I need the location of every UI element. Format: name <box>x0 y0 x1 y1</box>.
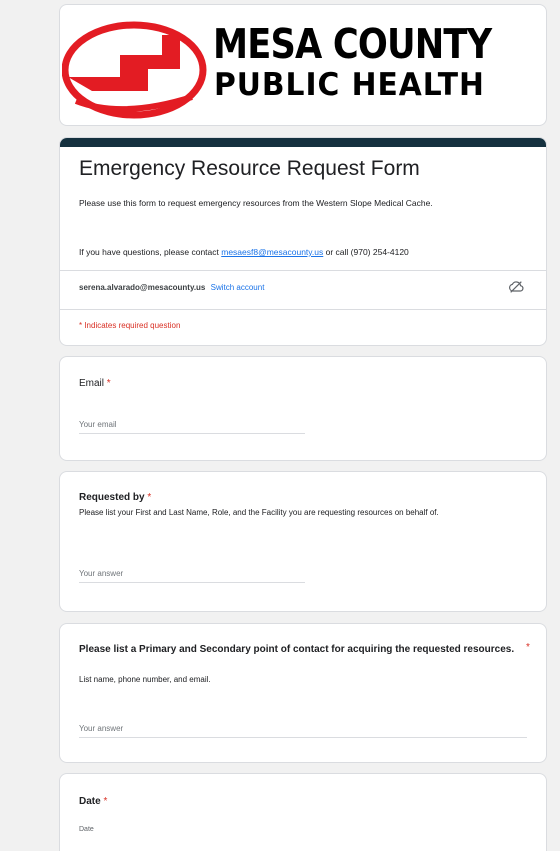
form-contact-line: If you have questions, please contact me… <box>79 247 409 257</box>
logo-title-line2: PUBLIC HEALTH <box>214 67 485 103</box>
question-label: Please list a Primary and Secondary poin… <box>79 644 515 655</box>
contact-suffix: or call (970) 254-4120 <box>323 247 409 257</box>
required-note: * Indicates required question <box>79 321 181 330</box>
account-row: serena.alvarado@mesacounty.us Switch acc… <box>79 283 264 292</box>
contact-prefix: If you have questions, please contact <box>79 247 222 257</box>
question-label: Date <box>79 796 101 807</box>
mesa-county-logo-icon <box>62 21 207 119</box>
cloud-off-icon[interactable] <box>508 279 524 295</box>
required-asterisk: * <box>526 642 530 653</box>
question-requested-by: Requested by * Please list your First an… <box>59 471 547 612</box>
question-date: Date * Date <box>59 773 547 851</box>
switch-account-link[interactable]: Switch account <box>211 283 265 292</box>
question-email: Email * <box>59 356 547 461</box>
header-banner: MESA COUNTY PUBLIC HEALTH <box>59 4 547 126</box>
logo-title-line1: MESA COUNTY <box>213 20 492 68</box>
question-title: Requested by * <box>79 491 151 505</box>
question-title: Please list a Primary and Secondary poin… <box>79 642 524 657</box>
divider <box>60 270 546 271</box>
divider <box>60 309 546 310</box>
question-help-text: List name, phone number, and email. <box>79 675 211 684</box>
form-title: Emergency Resource Request Form <box>79 157 420 180</box>
contact-email-link[interactable]: mesaesf8@mesacounty.us <box>221 247 323 257</box>
question-points-of-contact: Please list a Primary and Secondary poin… <box>59 623 547 763</box>
email-input[interactable] <box>79 420 305 434</box>
accent-bar <box>60 138 546 147</box>
form-header-card: Emergency Resource Request Form Please u… <box>59 137 547 346</box>
requested-by-input[interactable] <box>79 569 305 583</box>
account-email: serena.alvarado@mesacounty.us <box>79 283 206 292</box>
question-label: Email <box>79 378 105 389</box>
form-page: MESA COUNTY PUBLIC HEALTH Emergency Reso… <box>0 0 560 851</box>
required-asterisk: * <box>106 378 111 389</box>
question-title: Date * <box>79 795 107 809</box>
form-description: Please use this form to request emergenc… <box>79 198 433 208</box>
question-label: Requested by <box>79 492 145 503</box>
points-of-contact-input[interactable] <box>79 724 527 738</box>
required-asterisk: * <box>103 796 108 807</box>
date-sub-label: Date <box>79 826 94 833</box>
required-asterisk: * <box>147 492 152 503</box>
question-title: Email * <box>79 377 111 391</box>
question-help-text: Please list your First and Last Name, Ro… <box>79 508 439 517</box>
